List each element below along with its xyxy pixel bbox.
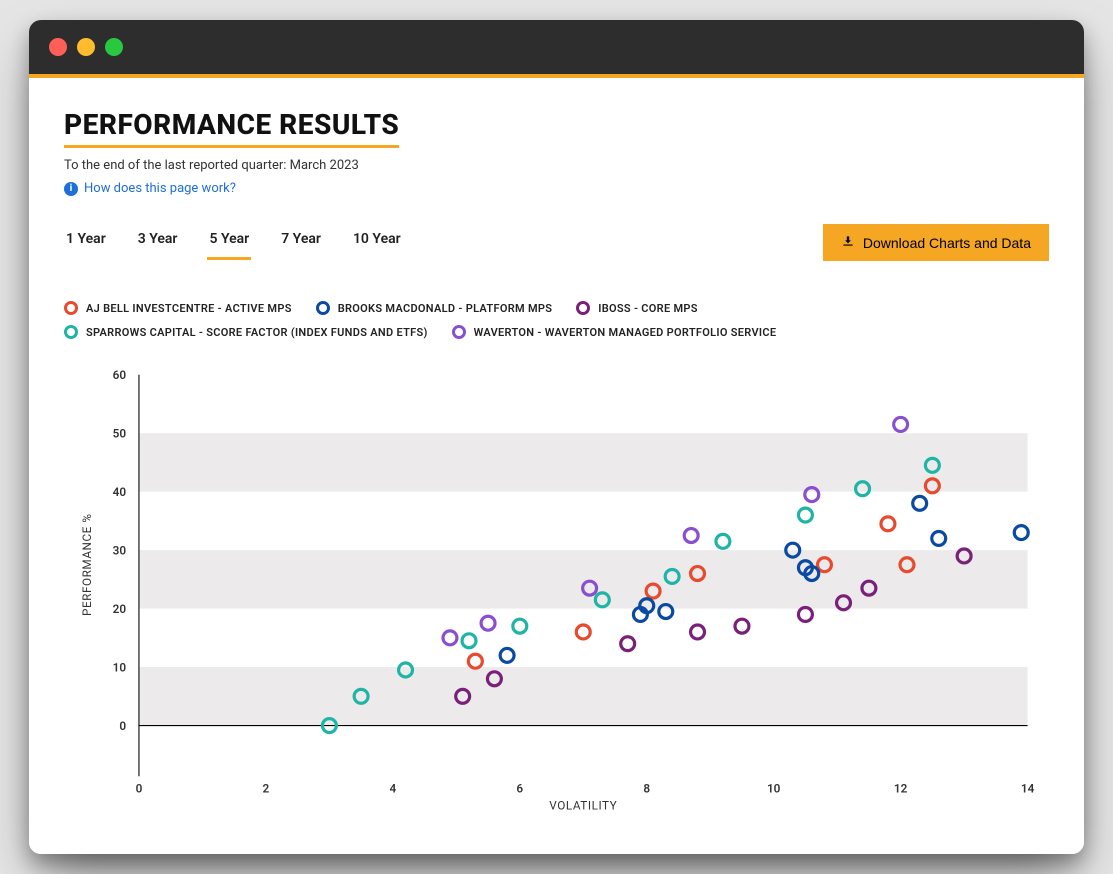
legend-label: IBOSS - CORE MPS [598, 302, 698, 315]
page-content: PERFORMANCE RESULTS To the end of the la… [29, 78, 1084, 854]
download-icon [841, 234, 855, 251]
svg-text:0: 0 [119, 719, 126, 733]
window-title-bar [29, 20, 1084, 74]
data-point[interactable] [881, 517, 895, 531]
scatter-chart: 0 10 20 30 40 50 60 0 2 4 6 8 10 12 14 PERFORMANCE % VOL… [64, 364, 1049, 814]
data-point[interactable] [1014, 526, 1028, 540]
time-range-tabs: 1 Year 3 Year 5 Year 7 Year 10 Year [64, 225, 403, 260]
svg-text:50: 50 [113, 426, 127, 440]
svg-text:0: 0 [136, 781, 143, 795]
legend-label: AJ BELL INVESTCENTRE - ACTIVE MPS [86, 302, 292, 315]
legend-ring-icon [64, 301, 78, 315]
svg-text:30: 30 [113, 543, 127, 557]
chart-svg: 0 10 20 30 40 50 60 0 2 4 6 8 10 12 14 PERFORMANCE % VOL… [64, 364, 1049, 814]
legend-ring-icon [452, 325, 466, 339]
data-point[interactable] [621, 637, 635, 651]
data-point[interactable] [443, 631, 457, 645]
page-title: PERFORMANCE RESULTS [64, 108, 399, 148]
tab-1-year[interactable]: 1 Year [64, 225, 108, 260]
legend-item[interactable]: WAVERTON - WAVERTON MANAGED PORTFOLIO SE… [452, 325, 777, 339]
svg-text:60: 60 [113, 368, 127, 382]
tab-3-year[interactable]: 3 Year [136, 225, 180, 260]
svg-text:20: 20 [113, 602, 127, 616]
svg-text:4: 4 [389, 781, 396, 795]
page-subtitle: To the end of the last reported quarter:… [64, 158, 1049, 173]
data-point[interactable] [932, 531, 946, 545]
data-point[interactable] [798, 607, 812, 621]
legend-ring-icon [64, 325, 78, 339]
minimize-icon[interactable] [77, 38, 95, 56]
download-button[interactable]: Download Charts and Data [823, 224, 1049, 261]
data-point[interactable] [691, 625, 705, 639]
data-point[interactable] [716, 534, 730, 548]
svg-text:8: 8 [643, 781, 650, 795]
data-point[interactable] [913, 496, 927, 510]
data-point[interactable] [798, 508, 812, 522]
legend-item[interactable]: IBOSS - CORE MPS [576, 301, 698, 315]
data-point[interactable] [684, 529, 698, 543]
tab-5-year[interactable]: 5 Year [207, 225, 251, 260]
legend-item[interactable]: AJ BELL INVESTCENTRE - ACTIVE MPS [64, 301, 292, 315]
svg-text:PERFORMANCE %: PERFORMANCE % [80, 513, 94, 616]
svg-text:12: 12 [894, 781, 908, 795]
legend-item[interactable]: SPARROWS CAPITAL - SCORE FACTOR (INDEX F… [64, 325, 428, 339]
maximize-icon[interactable] [105, 38, 123, 56]
svg-text:10: 10 [113, 660, 127, 674]
help-link-label: How does this page work? [84, 181, 236, 196]
data-point[interactable] [462, 634, 476, 648]
info-icon: i [64, 182, 78, 196]
download-button-label: Download Charts and Data [863, 235, 1031, 251]
svg-text:40: 40 [113, 485, 127, 499]
legend-label: WAVERTON - WAVERTON MANAGED PORTFOLIO SE… [474, 326, 777, 339]
help-link[interactable]: i How does this page work? [64, 181, 236, 196]
svg-text:14: 14 [1021, 781, 1035, 795]
data-point[interactable] [894, 417, 908, 431]
close-icon[interactable] [49, 38, 67, 56]
chart-legend: AJ BELL INVESTCENTRE - ACTIVE MPS BROOKS … [64, 301, 1049, 339]
tab-10-year[interactable]: 10 Year [351, 225, 403, 260]
legend-label: BROOKS MACDONALD - PLATFORM MPS [338, 302, 553, 315]
data-point[interactable] [481, 616, 495, 630]
svg-text:2: 2 [263, 781, 270, 795]
legend-label: SPARROWS CAPITAL - SCORE FACTOR (INDEX F… [86, 326, 428, 339]
svg-text:10: 10 [767, 781, 781, 795]
data-point[interactable] [735, 619, 749, 633]
legend-item[interactable]: BROOKS MACDONALD - PLATFORM MPS [316, 301, 553, 315]
data-point[interactable] [576, 625, 590, 639]
legend-ring-icon [316, 301, 330, 315]
svg-text:6: 6 [516, 781, 523, 795]
data-point[interactable] [500, 648, 514, 662]
svg-text:VOLATILITY: VOLATILITY [549, 798, 617, 812]
browser-window: PERFORMANCE RESULTS To the end of the la… [29, 20, 1084, 854]
legend-ring-icon [576, 301, 590, 315]
data-point[interactable] [513, 619, 527, 633]
data-point[interactable] [468, 654, 482, 668]
tab-7-year[interactable]: 7 Year [279, 225, 323, 260]
